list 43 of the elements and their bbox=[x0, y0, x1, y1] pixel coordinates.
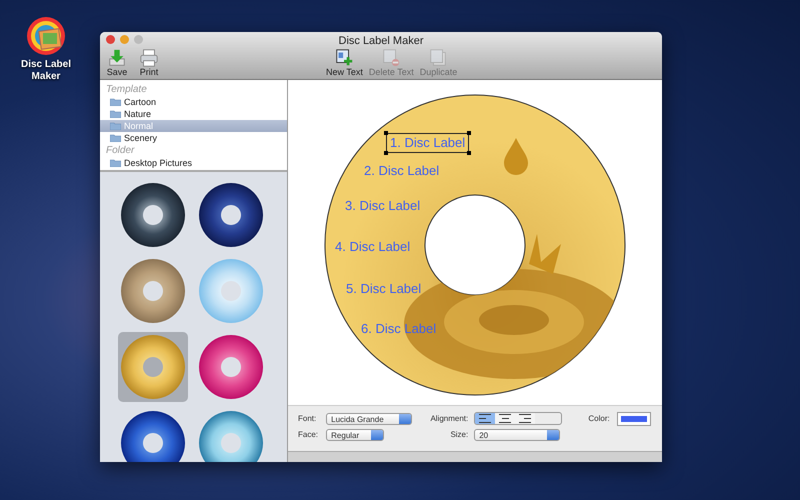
disc-app-icon[interactable] bbox=[26, 16, 66, 56]
close-button[interactable] bbox=[106, 35, 115, 44]
control-label: Face: bbox=[298, 429, 320, 441]
disc-thumbnail bbox=[198, 183, 262, 247]
section-heading: Folder bbox=[105, 144, 136, 157]
sidebar-item[interactable]: Cartoon bbox=[100, 96, 287, 108]
sidebar-item[interactable]: Scenery bbox=[100, 132, 287, 144]
thumbnail-tile[interactable] bbox=[118, 180, 188, 250]
folder-icon bbox=[110, 159, 121, 167]
folder-icon bbox=[110, 134, 121, 142]
thumbnail-tile[interactable] bbox=[118, 256, 188, 326]
disc-thumbnail bbox=[198, 335, 262, 399]
face-dropdown[interactable]: Regular bbox=[326, 429, 384, 441]
folder-icon bbox=[110, 122, 121, 130]
disc-thumbnail bbox=[198, 411, 262, 462]
disc-thumbnail bbox=[121, 183, 185, 247]
disc-thumbnail bbox=[121, 259, 185, 323]
control-label: Font: bbox=[298, 412, 318, 424]
section-heading: Template bbox=[105, 83, 148, 96]
font-dropdown[interactable]: Lucida Grande bbox=[326, 412, 412, 424]
folder-icon bbox=[110, 98, 121, 106]
printer-icon bbox=[138, 48, 160, 68]
sidebar-item[interactable]: Nature bbox=[100, 108, 287, 120]
disc-thumbnail bbox=[198, 259, 262, 323]
printer-button[interactable]: Print bbox=[138, 48, 160, 78]
thumbnail-tile[interactable] bbox=[118, 332, 188, 402]
window-title: Disc Label Maker bbox=[338, 35, 424, 47]
color-swatch[interactable] bbox=[618, 412, 650, 424]
align-left-button[interactable] bbox=[475, 413, 496, 424]
app-label: Disc Label Maker bbox=[20, 59, 72, 82]
sidebar-item[interactable]: Desktop Pictures bbox=[100, 157, 287, 169]
folder-icon bbox=[110, 110, 121, 118]
size-dropdown[interactable]: 20 bbox=[474, 429, 560, 441]
control-label: Size: bbox=[449, 429, 468, 441]
control-label: Alignment: bbox=[429, 412, 468, 424]
control-label: Color: bbox=[588, 412, 611, 424]
thumbnail-tile[interactable] bbox=[118, 408, 188, 462]
new-text-button[interactable]: New Text bbox=[326, 48, 363, 78]
save-button[interactable]: Save bbox=[106, 48, 128, 78]
align-right-button[interactable] bbox=[515, 413, 536, 424]
align-center-button[interactable] bbox=[495, 413, 516, 424]
disc-thumbnail bbox=[121, 411, 185, 462]
disc-thumbnail bbox=[121, 335, 185, 399]
